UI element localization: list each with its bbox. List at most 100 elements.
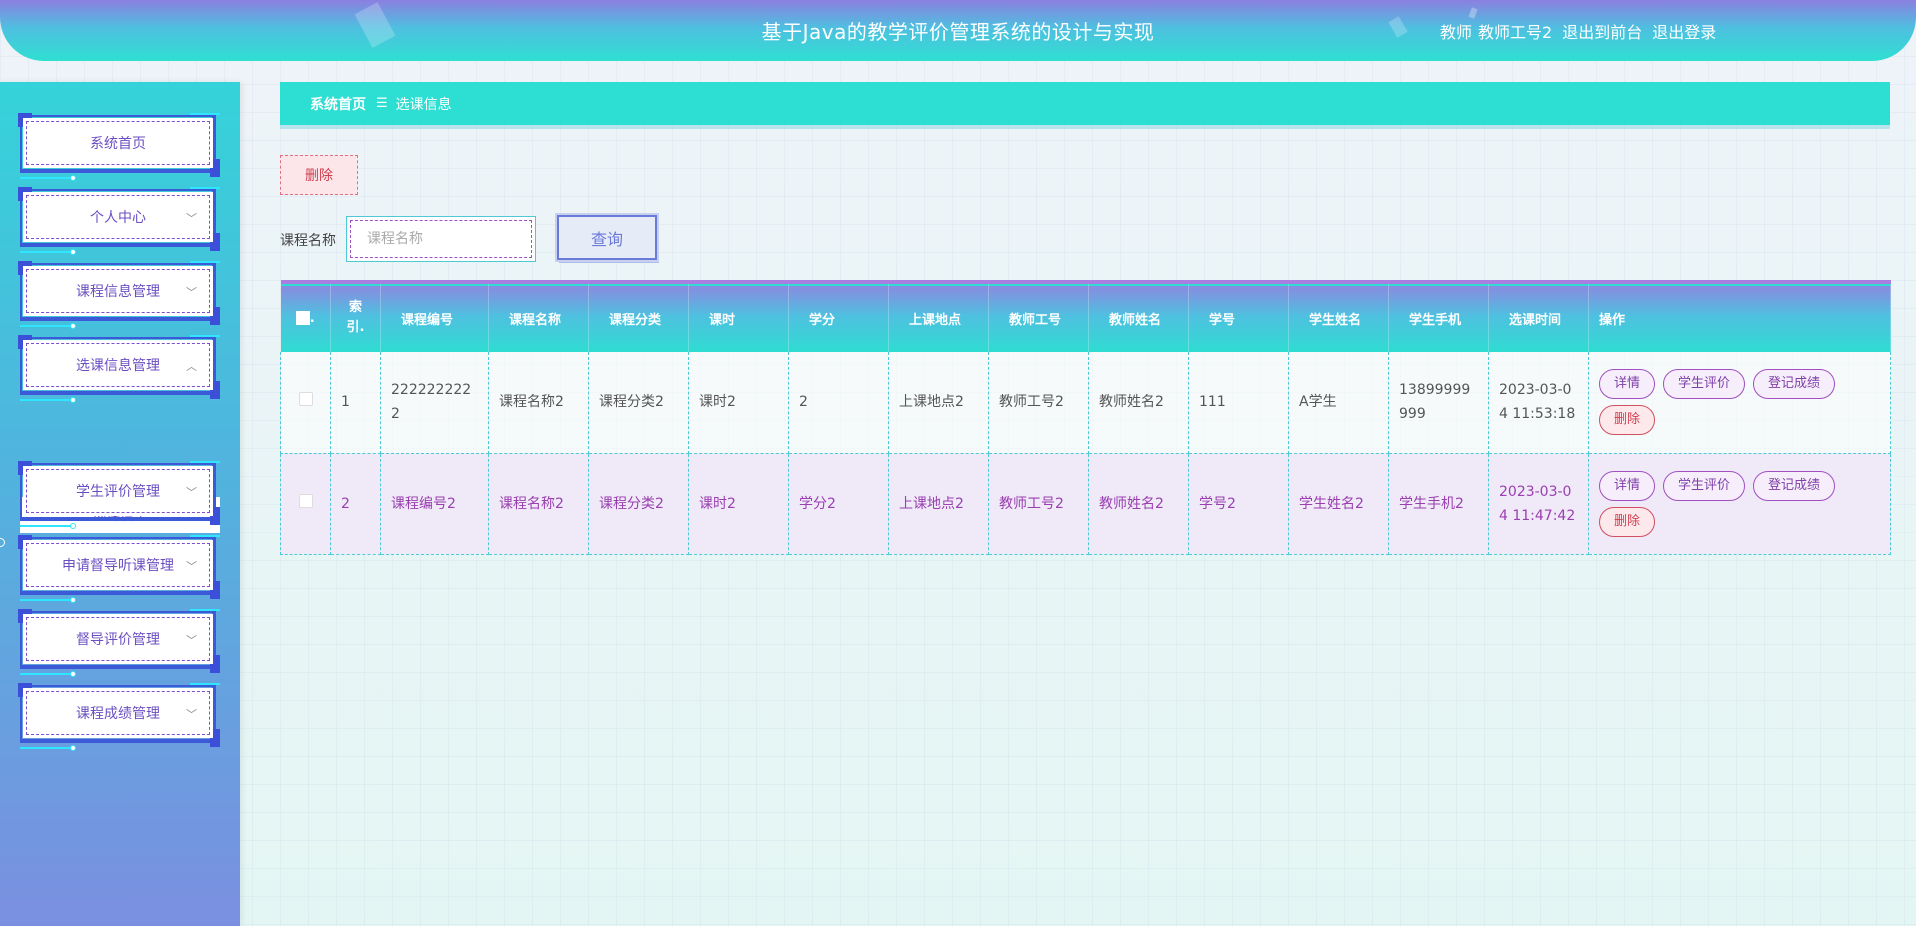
sidebar-dot <box>0 538 5 547</box>
sidebar-item-label: 申请督导听课管理 <box>62 558 174 574</box>
search-input[interactable] <box>350 220 532 258</box>
header-student-no: 学号 <box>1188 282 1289 352</box>
sidebar-item-course-grades: 课程成绩管理 ﹀ <box>18 683 220 751</box>
sidebar-item-course-info: 课程信息管理 ﹀ <box>18 261 220 329</box>
cell-actions: 详情 学生评价 登记成绩 删除 <box>1588 352 1891 454</box>
user-name: 教师工号2 <box>1478 23 1553 42</box>
cell-student-no: 学号2 <box>1188 453 1289 555</box>
cell-student-phone: 13899999999 <box>1388 352 1489 454</box>
cell-course-name: 课程名称2 <box>488 453 589 555</box>
header-hours: 课时 <box>688 282 789 352</box>
header-credit: 学分 <box>788 282 889 352</box>
sidebar-item-student-evaluation: 学生评价管理 ﹀ <box>18 461 220 529</box>
sidebar-item-label: 课程成绩管理 <box>76 706 160 722</box>
sidebar-item-student-evaluation-button[interactable]: 学生评价管理 ﹀ <box>23 466 213 516</box>
cell-location: 上课地点2 <box>888 352 989 454</box>
detail-button[interactable]: 详情 <box>1599 369 1656 400</box>
cell-index: 1 <box>330 352 381 454</box>
cell-category: 课程分类2 <box>588 352 689 454</box>
sidebar-item-course-selection: 选课信息管理 ︿ <box>18 335 220 403</box>
sidebar-item-course-selection-button[interactable]: 选课信息管理 ︿ <box>23 340 213 390</box>
sidebar: 系统首页 个人中心 ﹀ 课程信息管理 ﹀ 选课信息管理 ︿ 选课信息 学生评价管理 ﹀ … <box>0 82 240 926</box>
menu-icon: ☰ <box>376 96 388 111</box>
row-checkbox-cell <box>280 352 331 454</box>
sidebar-item-course-info-button[interactable]: 课程信息管理 ﹀ <box>23 266 213 316</box>
header-index: 索引. <box>330 282 381 352</box>
chevron-down-icon: ﹀ <box>186 286 197 299</box>
chevron-down-icon: ﹀ <box>186 708 197 721</box>
cell-actions: 详情 学生评价 登记成绩 删除 <box>1588 453 1891 555</box>
cell-student-name: A学生 <box>1288 352 1389 454</box>
course-selection-table: . 索引. 课程编号 课程名称 课程分类 课时 学分 上课地点 教师工号 教师姓… <box>280 280 1891 555</box>
sidebar-item-personal-center: 个人中心 ﹀ <box>18 187 220 255</box>
student-evaluation-button[interactable]: 学生评价 <box>1663 369 1746 400</box>
cell-student-phone: 学生手机2 <box>1388 453 1489 555</box>
cell-teacher-name: 教师姓名2 <box>1088 453 1189 555</box>
chevron-up-icon: ︿ <box>186 360 197 373</box>
delete-button[interactable]: 删除 <box>1599 506 1656 537</box>
search-input-wrapper <box>346 216 536 262</box>
breadcrumb-current: 选课信息 <box>395 96 452 113</box>
cell-course-no: 课程编号2 <box>380 453 489 555</box>
sidebar-item-course-grades-button[interactable]: 课程成绩管理 ﹀ <box>23 688 213 738</box>
header-student-name: 学生姓名 <box>1288 282 1389 352</box>
sidebar-item-home-button[interactable]: 系统首页 <box>23 118 213 168</box>
logout-link[interactable]: 退出登录 <box>1652 19 1716 43</box>
table-row: 2 课程编号2 课程名称2 课程分类2 课时2 学分2 上课地点2 教师工号2 … <box>280 453 1891 555</box>
cell-credit: 学分2 <box>788 453 889 555</box>
header-select-time: 选课时间 <box>1488 282 1589 352</box>
sidebar-item-personal-center-button[interactable]: 个人中心 ﹀ <box>23 192 213 242</box>
breadcrumb: 系统首页 ☰ 选课信息 <box>280 82 1890 125</box>
sidebar-item-label: 个人中心 <box>90 210 146 226</box>
header-user-area: 教师 教师工号2 退出到前台 退出登录 <box>1440 19 1716 43</box>
cell-select-time: 2023-03-04 11:53:18 <box>1488 352 1589 454</box>
cell-teacher-no: 教师工号2 <box>988 352 1089 454</box>
register-grade-button[interactable]: 登记成绩 <box>1753 369 1836 400</box>
table-header-row: . 索引. 课程编号 课程名称 课程分类 课时 学分 上课地点 教师工号 教师姓… <box>280 282 1891 352</box>
user-role: 教师 <box>1440 23 1473 42</box>
search-label: 课程名称 <box>280 233 336 249</box>
header-location: 上课地点 <box>888 282 989 352</box>
row-checkbox[interactable] <box>298 493 313 508</box>
chevron-down-icon: ﹀ <box>186 212 197 225</box>
sidebar-item-label: 督导评价管理 <box>76 632 160 648</box>
row-checkbox-cell <box>280 453 331 555</box>
cell-location: 上课地点2 <box>888 453 989 555</box>
batch-delete-button[interactable]: 删除 <box>280 155 358 195</box>
header-teacher-no: 教师工号 <box>988 282 1089 352</box>
cell-index: 2 <box>330 453 381 555</box>
cell-select-time: 2023-03-04 11:47:42 <box>1488 453 1589 555</box>
detail-button[interactable]: 详情 <box>1599 470 1656 501</box>
header-select-all[interactable]: . <box>280 282 331 352</box>
header-category: 课程分类 <box>588 282 689 352</box>
sidebar-item-supervisor-evaluation-button[interactable]: 督导评价管理 ﹀ <box>23 614 213 664</box>
sidebar-item-supervision-request-button[interactable]: 申请督导听课管理 ﹀ <box>23 540 213 590</box>
top-header: 基于Java的教学评价管理系统的设计与实现 教师 教师工号2 退出到前台 退出登… <box>0 0 1916 61</box>
table-row: 1 2222222222 课程名称2 课程分类2 课时2 2 上课地点2 教师工… <box>280 352 1891 454</box>
select-all-checkbox[interactable] <box>295 311 310 325</box>
cell-student-name: 学生姓名2 <box>1288 453 1389 555</box>
register-grade-button[interactable]: 登记成绩 <box>1753 470 1836 501</box>
breadcrumb-home[interactable]: 系统首页 <box>310 94 366 114</box>
front-page-link[interactable]: 退出到前台 <box>1562 19 1642 43</box>
cell-credit: 2 <box>788 352 889 454</box>
cell-course-no: 2222222222 <box>380 352 489 454</box>
header-teacher-name: 教师姓名 <box>1088 282 1189 352</box>
sidebar-item-label: 系统首页 <box>90 136 146 152</box>
sidebar-item-home: 系统首页 <box>18 113 220 181</box>
student-evaluation-button[interactable]: 学生评价 <box>1663 470 1746 501</box>
cell-hours: 课时2 <box>688 352 789 454</box>
row-checkbox[interactable] <box>298 392 313 407</box>
chevron-down-icon: ﹀ <box>186 634 197 647</box>
sidebar-item-supervision-request: 申请督导听课管理 ﹀ <box>18 535 220 603</box>
cell-course-name: 课程名称2 <box>488 352 589 454</box>
header-course-no: 课程编号 <box>380 282 489 352</box>
cell-category: 课程分类2 <box>588 453 689 555</box>
header-course-name: 课程名称 <box>488 282 589 352</box>
cell-teacher-name: 教师姓名2 <box>1088 352 1189 454</box>
query-button[interactable]: 查询 <box>555 213 659 262</box>
cell-teacher-no: 教师工号2 <box>988 453 1089 555</box>
delete-button[interactable]: 删除 <box>1599 405 1656 436</box>
sidebar-item-supervisor-evaluation: 督导评价管理 ﹀ <box>18 609 220 677</box>
header-student-phone: 学生手机 <box>1388 282 1489 352</box>
